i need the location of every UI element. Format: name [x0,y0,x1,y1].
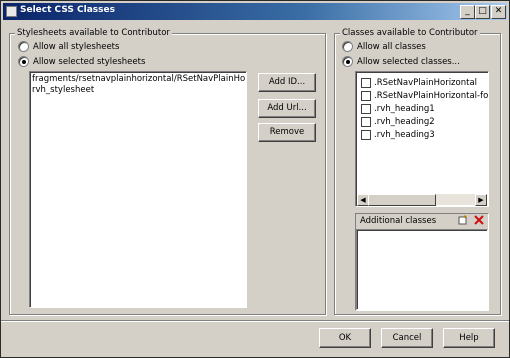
select-css-classes-dialog: Select CSS Classes _ □ ✕ Stylesheets ava… [0,0,510,358]
list-item[interactable]: rvh_stylesheet [32,85,246,96]
classes-list[interactable]: .RSetNavPlainHorizontal .RSetNavPlainHor… [355,71,489,207]
class-item-label: .RSetNavPlainHorizontal [374,78,478,88]
allow-selected-classes-radio[interactable]: Allow selected classes... [342,56,460,67]
cancel-button[interactable]: Cancel [381,328,433,348]
title-bar[interactable]: Select CSS Classes _ □ ✕ [3,3,507,20]
class-item[interactable]: .rvh_heading1 [361,104,435,114]
class-checkbox[interactable] [361,78,371,88]
scroll-right-icon[interactable]: ▶ [475,194,487,206]
class-item-label: .RSetNavPlainHorizontal-focus [374,91,489,101]
class-item[interactable]: .RSetNavPlainHorizontal-focus [361,91,489,101]
class-item[interactable]: .rvh_heading2 [361,117,435,127]
class-item[interactable]: .RSetNavPlainHorizontal [361,78,477,88]
additional-classes-label: Additional classes [360,216,437,226]
additional-classes-list[interactable] [356,229,488,310]
window-icon [6,6,17,17]
remove-button[interactable]: Remove [258,123,316,142]
classes-horizontal-scrollbar[interactable]: ◀ ▶ [357,194,487,206]
class-checkbox[interactable] [361,104,371,114]
classes-group-label: Classes available to Contributor [340,28,480,38]
class-checkbox[interactable] [361,117,371,127]
help-button[interactable]: Help [443,328,495,348]
class-item-label: .rvh_heading1 [374,104,435,114]
allow-all-stylesheets-radio[interactable]: Allow all stylesheets [18,41,119,52]
class-checkbox[interactable] [361,91,371,101]
allow-all-stylesheets-label: Allow all stylesheets [33,41,120,52]
allow-all-classes-radio[interactable]: Allow all classes [342,41,426,52]
close-button[interactable]: ✕ [491,5,506,19]
window-title: Select CSS Classes [20,5,115,15]
list-item[interactable]: fragments/rsetnavplainhorizontal/RSetNav… [32,74,246,85]
allow-all-classes-label: Allow all classes [357,41,426,52]
additional-classes-header: Additional classes [356,214,488,228]
class-item[interactable]: .rvh_heading3 [361,130,435,140]
class-item-label: .rvh_heading3 [374,130,435,140]
radio-circle[interactable] [342,41,353,52]
delete-class-icon[interactable] [474,215,484,225]
radio-circle[interactable] [342,56,353,67]
ok-button[interactable]: OK [319,328,371,348]
add-url-button[interactable]: Add Url... [258,99,316,118]
class-checkbox[interactable] [361,130,371,140]
allow-selected-stylesheets-radio[interactable]: Allow selected stylesheets [18,56,145,67]
class-item-label: .rvh_heading2 [374,117,435,127]
footer-divider [1,320,509,321]
maximize-button[interactable]: □ [475,5,490,19]
minimize-button[interactable]: _ [460,5,475,19]
radio-circle[interactable] [18,56,29,67]
allow-selected-classes-label: Allow selected classes... [357,56,460,67]
radio-circle[interactable] [18,41,29,52]
scroll-thumb[interactable] [368,194,436,206]
stylesheets-list[interactable]: fragments/rsetnavplainhorizontal/RSetNav… [29,71,247,308]
add-class-icon[interactable] [458,215,468,225]
stylesheets-group-label: Stylesheets available to Contributor [15,28,172,38]
add-id-button[interactable]: Add ID... [258,73,316,92]
allow-selected-stylesheets-label: Allow selected stylesheets [33,56,146,67]
additional-classes-panel: Additional classes [355,213,489,311]
